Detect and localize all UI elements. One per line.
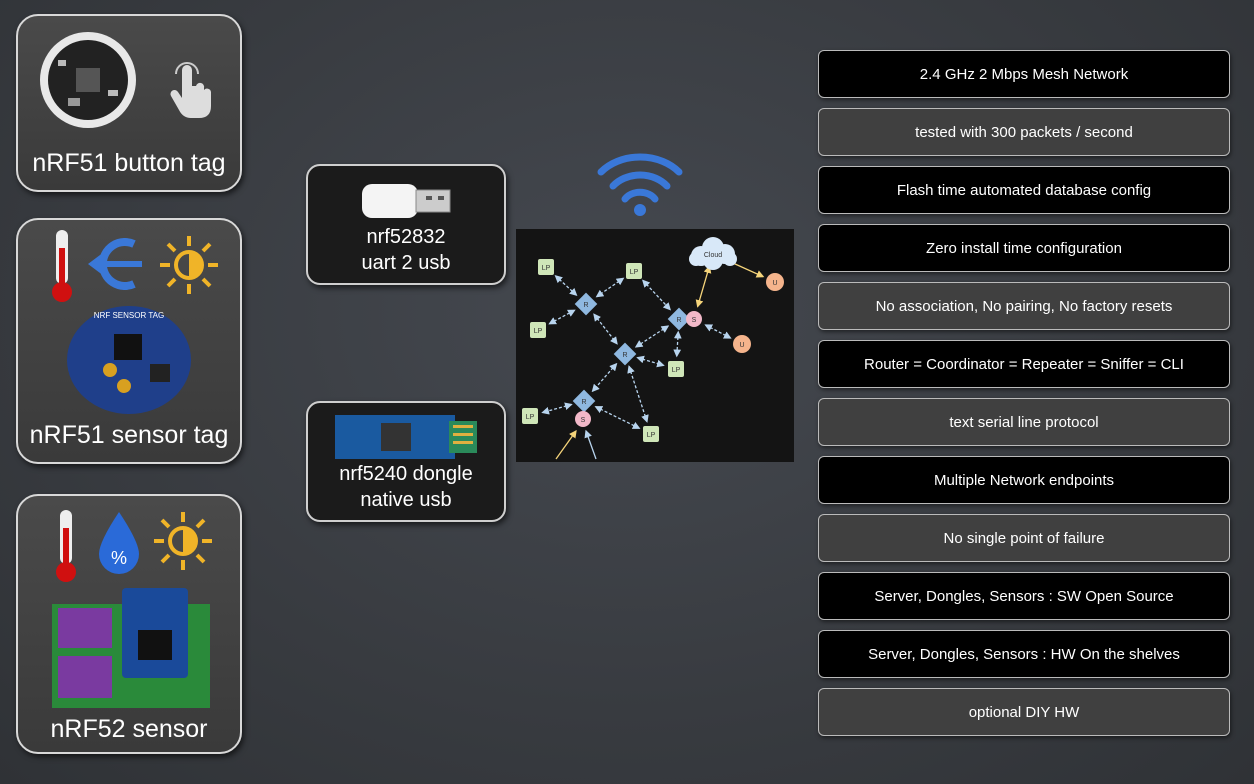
feature-item: 2.4 GHz 2 Mbps Mesh Network	[818, 50, 1230, 98]
light-sun-icon	[160, 236, 218, 294]
device-interface: native usb	[360, 489, 452, 511]
feature-item: tested with 300 packets / second	[818, 108, 1230, 156]
usb-dongle-photo	[335, 415, 477, 459]
rotation-arrow-icon	[88, 238, 142, 290]
device-name: nrf5240 dongle	[339, 463, 473, 485]
card-nrf51-sensor-tag: NRF SENSOR TAG nRF51 sensor tag	[16, 218, 242, 464]
cloud-label: Cloud	[704, 252, 722, 259]
network-link	[642, 279, 671, 311]
input-arrow	[555, 429, 577, 460]
network-link	[627, 365, 649, 423]
circuit-board-photo	[40, 32, 136, 128]
thermometer-icon	[56, 510, 76, 582]
leaf-node-label: LP	[534, 328, 543, 335]
feature-item: Server, Dongles, Sensors : SW Open Sourc…	[818, 572, 1230, 620]
device-name: nrf52832	[366, 226, 446, 248]
svg-text:NRF SENSOR TAG: NRF SENSOR TAG	[94, 311, 164, 320]
router-node-label: R	[622, 352, 627, 359]
leaf-node-label: LP	[630, 269, 639, 276]
user-node-label: U	[772, 280, 777, 287]
feature-item: text serial line protocol	[818, 398, 1230, 446]
leaf-node-label: LP	[542, 265, 551, 272]
router-node-label: R	[581, 399, 586, 406]
leaf-node-label: LP	[526, 414, 535, 421]
network-link	[591, 362, 618, 393]
leaf-node-label: LP	[647, 432, 656, 439]
sensor-tag-photo: NRF SENSOR TAG	[67, 306, 191, 414]
feature-item: optional DIY HW	[818, 688, 1230, 736]
input-arrow	[584, 429, 597, 460]
router-node-label: R	[676, 317, 681, 324]
feature-item: Multiple Network endpoints	[818, 456, 1230, 504]
network-link	[554, 274, 578, 297]
card-label: nRF51 button tag	[32, 149, 226, 177]
feature-item: Router = Coordinator = Repeater = Sniffe…	[818, 340, 1230, 388]
card-label: nRF51 sensor tag	[29, 421, 229, 449]
device-interface: uart 2 usb	[361, 252, 451, 274]
svg-text:%: %	[111, 548, 127, 568]
feature-item: Zero install time configuration	[818, 224, 1230, 272]
network-link	[548, 309, 576, 325]
network-link	[636, 355, 665, 368]
wifi-icon	[597, 153, 683, 216]
network-link	[695, 265, 712, 308]
humidity-drop-icon: %	[99, 512, 139, 574]
card-nrf51-button-tag: nRF51 button tag	[16, 14, 242, 192]
network-link	[541, 402, 573, 415]
card-nrf52-sensor: % nRF52 sensor	[16, 494, 242, 754]
usb-stick-icon	[362, 184, 451, 218]
network-link	[595, 277, 625, 298]
feature-item: No single point of failure	[818, 514, 1230, 562]
network-link	[594, 406, 641, 429]
mesh-network-diagram: LP LP LP LP LP LP R R R R S S U U Cloud	[516, 229, 794, 462]
server-node-label: S	[692, 317, 697, 324]
leaf-node-label: LP	[672, 367, 681, 374]
network-link	[593, 313, 618, 345]
network-link	[673, 330, 682, 358]
device-nrf5240-dongle: nrf5240 dongle native usb	[306, 401, 506, 522]
feature-item: No association, No pairing, No factory r…	[818, 282, 1230, 330]
device-nrf52832: nrf52832 uart 2 usb	[306, 164, 506, 285]
thermometer-icon	[52, 230, 72, 302]
card-label: nRF52 sensor	[50, 715, 208, 743]
network-link	[704, 324, 732, 339]
network-link	[634, 325, 670, 348]
light-sun-icon	[154, 512, 212, 570]
user-node-label: U	[739, 342, 744, 349]
feature-item: Flash time automated database config	[818, 166, 1230, 214]
touch-hand-icon	[170, 62, 211, 118]
feature-item: Server, Dongles, Sensors : HW On the she…	[818, 630, 1230, 678]
server-node-label: S	[581, 417, 586, 424]
router-node-label: R	[583, 302, 588, 309]
sensor-board-photo	[52, 588, 210, 708]
